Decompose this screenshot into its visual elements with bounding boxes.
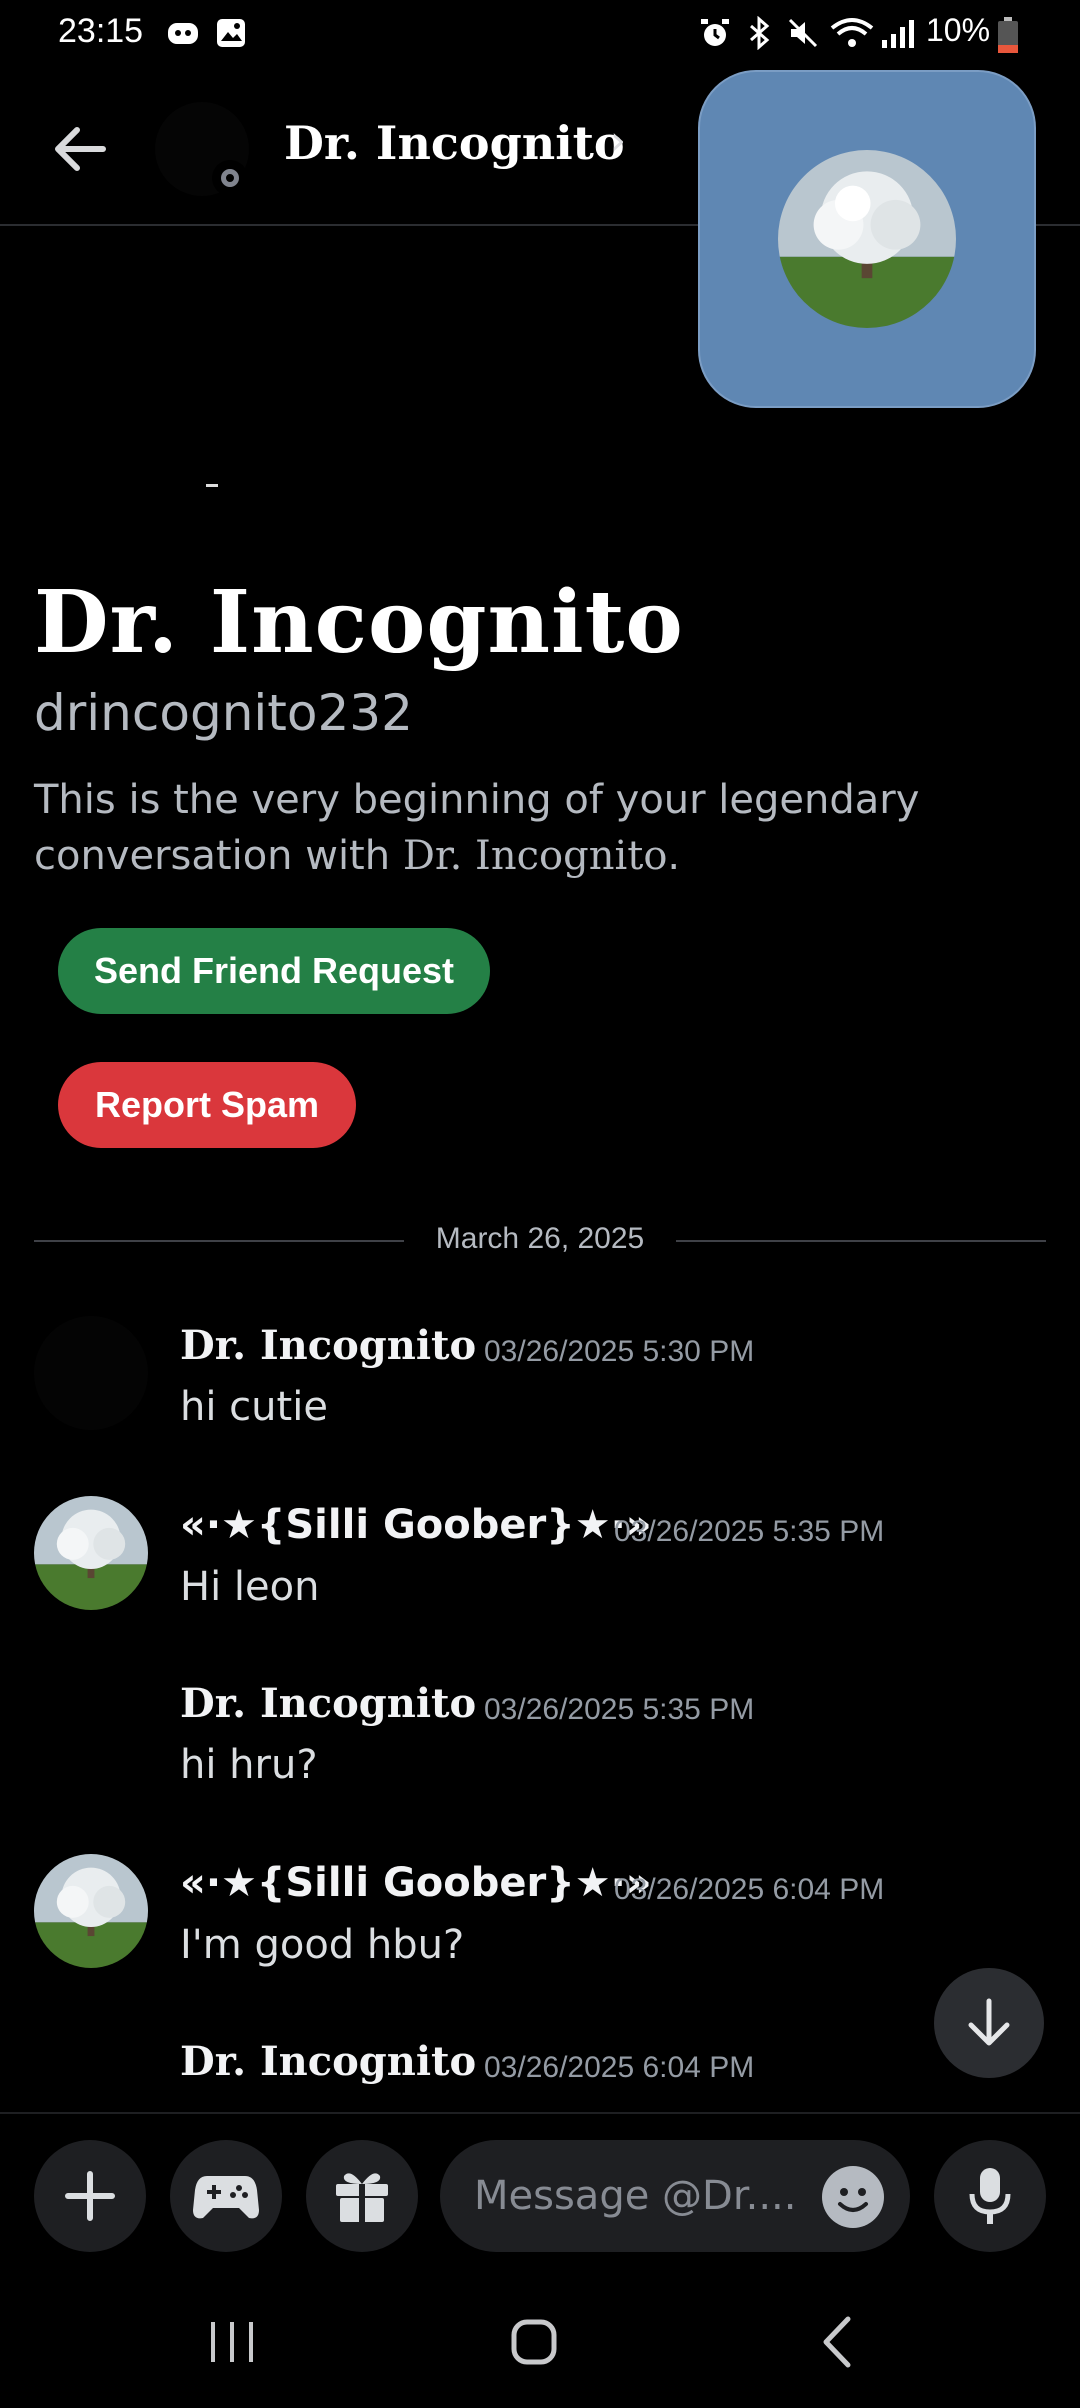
emoji-button[interactable] [822,2166,884,2228]
wifi-icon [830,18,874,47]
divider-mark [206,484,218,487]
message-author[interactable]: «·★{Silli Goober}★·» [180,1502,652,1548]
message-timestamp: 03/26/2025 5:35 PM [484,1693,755,1726]
chevron-right-icon[interactable]: › [610,118,626,164]
gift-button[interactable] [306,2140,418,2252]
intro-username: drincognito232 [34,684,413,742]
header-username[interactable]: Dr. Incognito [284,116,625,170]
message-avatar[interactable] [34,1854,148,1968]
gift-icon [336,2173,388,2222]
message-text: I'm good hbu? [180,1922,465,1968]
arrow-down-icon [968,1998,1010,2046]
composer-divider [0,2112,1080,2114]
gamepad-icon [193,2176,259,2219]
voice-message-button[interactable] [934,2140,1046,2252]
message-timestamp: 03/26/2025 5:30 PM [484,1335,755,1368]
message-author[interactable]: «·★{Silli Goober}★·» [180,1860,652,1906]
message-author[interactable]: Dr. Incognito [180,1680,476,1727]
chevron-left-icon [823,2316,851,2368]
date-divider-line [676,1240,1046,1242]
message-timestamp: 03/26/2025 6:04 PM [484,2051,755,2084]
microphone-icon [969,2168,1011,2224]
message-text: Hi leon [180,1564,320,1610]
status-time: 23:15 [58,12,144,50]
gallery-notification-icon [217,19,245,47]
intro-display-name: Dr. Incognito [34,572,684,673]
message-text: hi cutie [180,1384,328,1430]
date-divider: March 26, 2025 [435,1222,645,1255]
message-author[interactable]: Dr. Incognito [180,1322,476,1369]
message-timestamp: 03/26/2025 6:04 PM [614,1873,885,1906]
arrow-left-icon [55,127,106,171]
bluetooth-icon [750,16,770,50]
message-input[interactable]: Message @Dr.... [440,2140,910,2252]
pip-avatar [778,150,956,328]
plus-icon [65,2171,115,2221]
system-back-button[interactable] [796,2300,880,2384]
home-icon [511,2319,557,2365]
scroll-to-bottom-button[interactable] [934,1968,1044,2078]
date-divider-line [34,1240,404,1242]
offline-status-icon [212,160,248,196]
mute-icon [788,18,818,48]
intro-text: This is the very beginning of your legen… [34,772,1034,884]
message-input-placeholder: Message @Dr.... [474,2173,797,2219]
call-pip-overlay[interactable] [698,70,1036,408]
signal-icon [882,20,914,48]
intro-text-suffix: . [667,833,681,879]
alarm-icon [701,19,729,46]
message-timestamp: 03/26/2025 5:35 PM [614,1515,885,1548]
message-avatar[interactable] [34,1496,148,1610]
emoji-icon [838,2188,868,2212]
report-spam-button[interactable]: Report Spam [58,1062,356,1148]
activities-button[interactable] [170,2140,282,2252]
add-attachment-button[interactable] [34,2140,146,2252]
back-button[interactable] [44,114,114,184]
recent-apps-icon [211,2322,253,2362]
send-friend-request-button[interactable]: Send Friend Request [58,928,490,1014]
home-button[interactable] [492,2300,576,2384]
battery-icon [998,17,1018,53]
message-avatar[interactable] [34,1316,148,1430]
message-author[interactable]: Dr. Incognito [180,2038,476,2085]
intro-text-name: Dr. Incognito [402,833,668,879]
recent-apps-button[interactable] [190,2300,274,2384]
battery-percentage: 10% [926,12,991,48]
message-text: hi hru? [180,1742,318,1788]
discord-notification-icon [168,23,198,44]
